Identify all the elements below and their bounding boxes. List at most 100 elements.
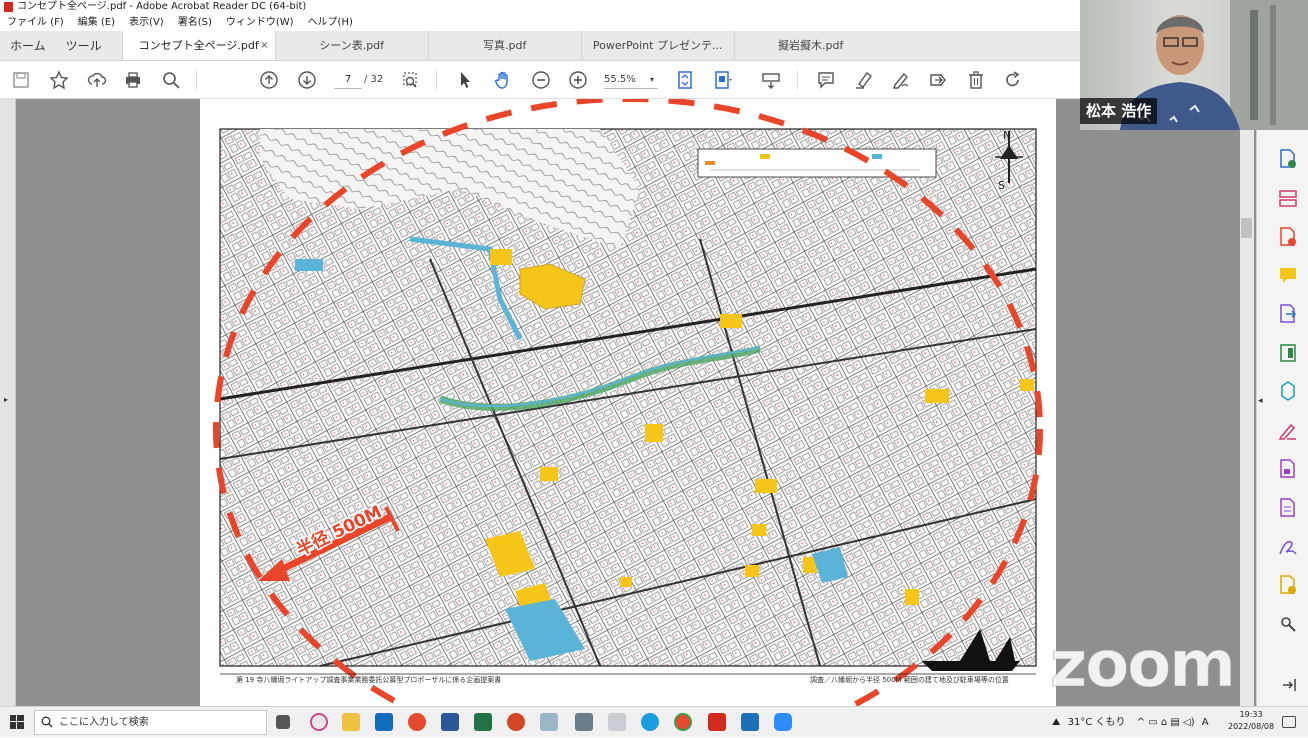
zoom-level-select[interactable]: 55.5% ▾ xyxy=(604,71,658,89)
close-tab-icon[interactable]: × xyxy=(260,31,268,61)
weather-text[interactable]: 31°C くもり xyxy=(1068,717,1126,728)
doc-tab-label: PowerPoint プレゼンテ... xyxy=(592,39,723,52)
page-display-icon[interactable] xyxy=(712,69,734,91)
prepare-form-icon[interactable] xyxy=(1277,497,1299,519)
zoom-watermark: ZOOM xyxy=(1050,628,1237,702)
keyboard-icon[interactable] xyxy=(760,69,782,91)
menu-edit[interactable]: 編集 (E) xyxy=(78,14,115,31)
taskbar-search-box[interactable]: ここに入力して検索 xyxy=(34,710,267,735)
powerpoint-icon[interactable] xyxy=(507,713,525,731)
outlook-icon[interactable] xyxy=(375,713,393,731)
tray-icons[interactable]: ^ ▭ ⌂ ▤ ◁) xyxy=(1137,717,1198,728)
menu-help[interactable]: ヘルプ(H) xyxy=(308,14,353,31)
zoom-out-icon[interactable] xyxy=(530,69,552,91)
south-label: S xyxy=(998,179,1005,192)
weather-icon[interactable]: ⛰ xyxy=(1052,717,1060,728)
clock-date: 2022/08/08 xyxy=(1228,722,1275,731)
scan-ocr-icon[interactable] xyxy=(1277,380,1299,402)
taskbar-clock[interactable]: 19:33 2022/08/08 xyxy=(1228,709,1274,733)
select-text-icon[interactable] xyxy=(400,69,422,91)
page-number-input[interactable]: 7 xyxy=(334,71,362,89)
doc-tab[interactable]: PowerPoint プレゼンテ... xyxy=(580,31,734,60)
upload-icon[interactable] xyxy=(86,69,108,91)
toolbar-divider xyxy=(797,70,798,90)
highlight-building xyxy=(905,589,919,605)
zoom-value: 55.5% xyxy=(604,74,636,85)
expand-left-icon[interactable]: ▸ xyxy=(4,395,8,404)
zoom-logo-text: ZOOM xyxy=(1050,628,1237,702)
left-nav-panel[interactable]: ▸ xyxy=(0,99,16,706)
windows-taskbar: ここに入力して検索 ⛰ 31°C くもり ^ ▭ ⌂ ▤ ◁) A 19:33 … xyxy=(0,706,1308,737)
collapse-right-icon[interactable]: ◂ xyxy=(1258,396,1263,406)
star-icon[interactable] xyxy=(48,69,70,91)
more-tools-icon[interactable] xyxy=(1277,614,1299,636)
organize-pages-icon[interactable] xyxy=(1277,188,1299,210)
collapse-panel-icon[interactable] xyxy=(1277,674,1299,696)
page-down-icon[interactable] xyxy=(296,69,318,91)
export-pdf-icon[interactable] xyxy=(1277,303,1299,325)
file-explorer-icon[interactable] xyxy=(342,713,360,731)
tab-tools[interactable]: ツール xyxy=(56,31,112,60)
doc-tab[interactable]: 写真.pdf xyxy=(427,31,581,60)
highlight-building xyxy=(540,467,558,481)
tab-bar: ホーム ツール コンセプト全ページ.pdf × シーン表.pdf 写真.pdf … xyxy=(0,31,1080,61)
tab-home[interactable]: ホーム xyxy=(0,31,56,60)
app-icon-2[interactable] xyxy=(540,713,558,731)
toolbar-divider xyxy=(196,70,197,90)
footer-right-caption: 調査／八幡堀から半径 500M 範囲の建て地及び駐車場等の位置 xyxy=(810,675,1009,684)
highlight-building xyxy=(490,249,512,265)
ime-indicator[interactable]: A xyxy=(1202,717,1209,728)
protect-pdf-icon[interactable] xyxy=(1277,458,1299,480)
doc-tab[interactable]: 擬岩擬木.pdf xyxy=(733,31,887,60)
sign-icon[interactable] xyxy=(890,69,912,91)
comment-icon[interactable] xyxy=(815,69,837,91)
menu-file[interactable]: ファイル (F) xyxy=(7,14,64,31)
windows-start-icon[interactable] xyxy=(10,715,24,729)
notification-icon[interactable] xyxy=(1282,716,1296,728)
arrow-cursor-icon[interactable] xyxy=(454,69,476,91)
photos-icon[interactable] xyxy=(741,713,759,731)
delete-icon[interactable] xyxy=(965,69,987,91)
comment-tool-icon[interactable] xyxy=(1277,265,1299,287)
request-signature-icon[interactable] xyxy=(1277,536,1299,558)
excel-icon[interactable] xyxy=(474,713,492,731)
doc-tab[interactable]: シーン表.pdf xyxy=(274,31,428,60)
highlight-building xyxy=(620,577,632,587)
map-legend xyxy=(697,148,937,178)
word-icon[interactable] xyxy=(441,713,459,731)
chevron-down-icon: ▾ xyxy=(649,75,654,84)
fill-sign-icon[interactable] xyxy=(1277,420,1299,442)
highlight-icon[interactable] xyxy=(853,69,875,91)
zoom-app-icon[interactable] xyxy=(774,713,792,731)
chrome-alt-icon[interactable] xyxy=(674,713,692,731)
scrollbar-thumb[interactable] xyxy=(1241,218,1252,238)
doc-tab-active[interactable]: コンセプト全ページ.pdf × xyxy=(121,31,275,61)
print-icon[interactable] xyxy=(122,69,144,91)
chrome-icon[interactable] xyxy=(408,713,426,731)
search-placeholder: ここに入力して検索 xyxy=(59,717,149,728)
app-icon-1[interactable] xyxy=(310,713,328,731)
app-icon-3[interactable] xyxy=(575,713,593,731)
menu-sign[interactable]: 署名(S) xyxy=(178,14,212,31)
hand-icon[interactable] xyxy=(492,69,514,91)
zoom-search-icon[interactable] xyxy=(160,69,182,91)
save-icon[interactable] xyxy=(10,69,32,91)
create-pdf-icon[interactable] xyxy=(1277,148,1299,170)
compress-pdf-icon[interactable] xyxy=(1277,342,1299,364)
vertical-scrollbar[interactable] xyxy=(1240,130,1254,706)
task-view-icon[interactable] xyxy=(276,715,290,729)
fit-page-icon[interactable] xyxy=(674,69,696,91)
menu-window[interactable]: ウィンドウ(W) xyxy=(226,14,294,31)
stamp-icon[interactable] xyxy=(1277,574,1299,596)
edit-pdf-icon[interactable] xyxy=(1277,226,1299,248)
menu-view[interactable]: 表示(V) xyxy=(129,14,164,31)
page-up-icon[interactable] xyxy=(258,69,280,91)
edge-icon[interactable] xyxy=(641,713,659,731)
zoom-in-icon[interactable] xyxy=(567,69,589,91)
page-total: / 32 xyxy=(364,74,384,85)
share-icon[interactable] xyxy=(927,69,949,91)
rotate-icon[interactable] xyxy=(1002,69,1024,91)
app-icon-4[interactable] xyxy=(608,713,626,731)
highlight-building xyxy=(645,424,663,442)
acrobat-taskbar-icon[interactable] xyxy=(708,713,726,731)
